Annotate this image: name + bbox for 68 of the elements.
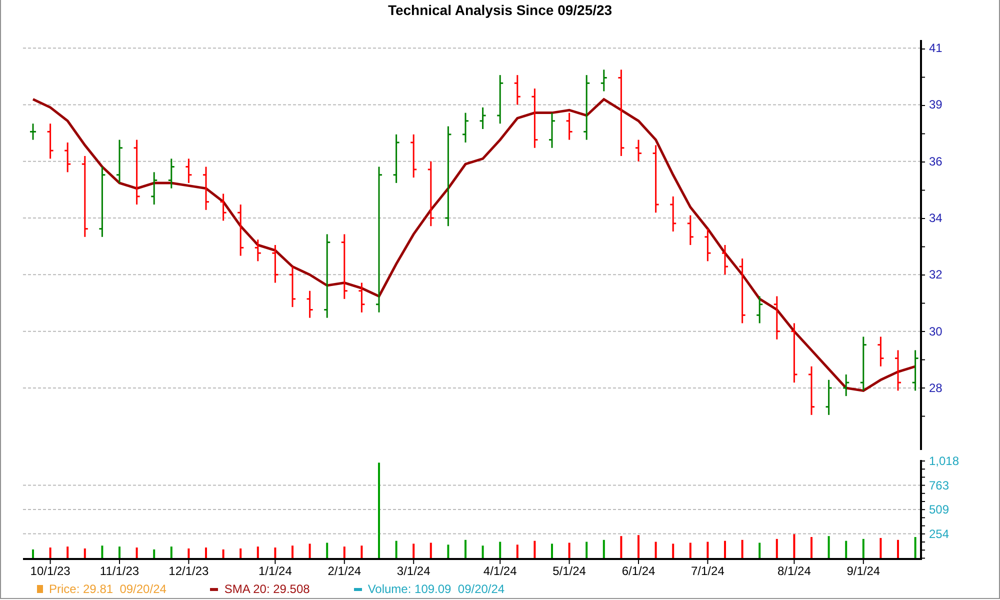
axis-label: 30 [929, 324, 942, 338]
volume-bar [586, 542, 588, 558]
volume-bar [256, 546, 259, 558]
axis-label: 1,018 [929, 454, 960, 468]
volume-bar [343, 546, 346, 558]
axis-label: 254 [929, 526, 950, 541]
volume-bar [516, 544, 518, 558]
volume-bar [758, 542, 761, 558]
volume-bar [188, 548, 190, 558]
axis-label: 28 [929, 380, 942, 395]
axis-label: 10/1/23 [30, 564, 70, 578]
volume-bar [845, 540, 848, 558]
legend-label: SMA 20: 29.508 [224, 582, 310, 596]
volume-bar [84, 548, 86, 558]
axis-label: 8/1/24 [778, 564, 811, 578]
volume-bar [326, 542, 328, 558]
volume-bar [222, 549, 224, 558]
axis-label: 7/1/24 [691, 564, 724, 578]
volume-bar [170, 546, 172, 558]
volume-bar [741, 540, 744, 558]
volume-bar [136, 548, 138, 558]
volume-bar [308, 544, 311, 558]
axis-label: 4/1/24 [483, 564, 517, 578]
volume-bar [274, 548, 276, 558]
volume-bar [360, 546, 363, 558]
volume-bar [672, 544, 674, 558]
legend-label: Price: 29.81 09/20/24 [49, 582, 166, 596]
volume-bar [689, 542, 692, 558]
volume-bar [430, 542, 432, 558]
volume-bar [828, 536, 830, 558]
axis-label: 1/1/24 [258, 564, 292, 578]
legend-label: Volume: 109.09 09/20/24 [368, 582, 505, 596]
axis-label: 509 [929, 502, 950, 516]
volume-bar [602, 540, 605, 558]
volume-bar [654, 542, 657, 558]
volume-bar [568, 542, 570, 558]
axis-label: 41 [929, 41, 942, 56]
volume-bar [153, 549, 156, 558]
axis-label: 36 [929, 154, 942, 168]
axis-label: 5/1/24 [552, 564, 586, 578]
axis-label: 12/1/23 [168, 564, 209, 578]
volume-bar [914, 537, 916, 558]
volume-bar [447, 544, 450, 558]
axis-label: 9/1/24 [846, 564, 880, 578]
axis-label: 3/1/24 [396, 564, 430, 578]
volume-bar [101, 546, 104, 558]
volume-bar [880, 538, 882, 558]
axis-label: 11/1/23 [100, 564, 140, 578]
axis-label: 2/1/24 [328, 564, 362, 578]
axis-label: 763 [929, 478, 950, 492]
volume-bar [499, 542, 502, 558]
volume-bar [862, 538, 864, 558]
volume-bar [49, 548, 52, 558]
volume-bar [412, 544, 415, 558]
volume-bar [776, 538, 778, 558]
volume-bar [395, 540, 398, 558]
volume-bar [620, 536, 622, 558]
axis-label: 39 [929, 98, 942, 112]
volume-bar [240, 548, 242, 558]
volume-bar [793, 534, 796, 558]
volume-bar [482, 546, 484, 558]
axis-label: 32 [929, 268, 942, 282]
volume-bar [66, 546, 69, 558]
axis-label: 6/1/24 [622, 564, 656, 578]
axis-label: 34 [929, 211, 942, 226]
volume-bar [534, 540, 536, 558]
volume-bar [706, 542, 709, 558]
chart-title: Technical Analysis Since 09/25/23 [388, 2, 612, 18]
